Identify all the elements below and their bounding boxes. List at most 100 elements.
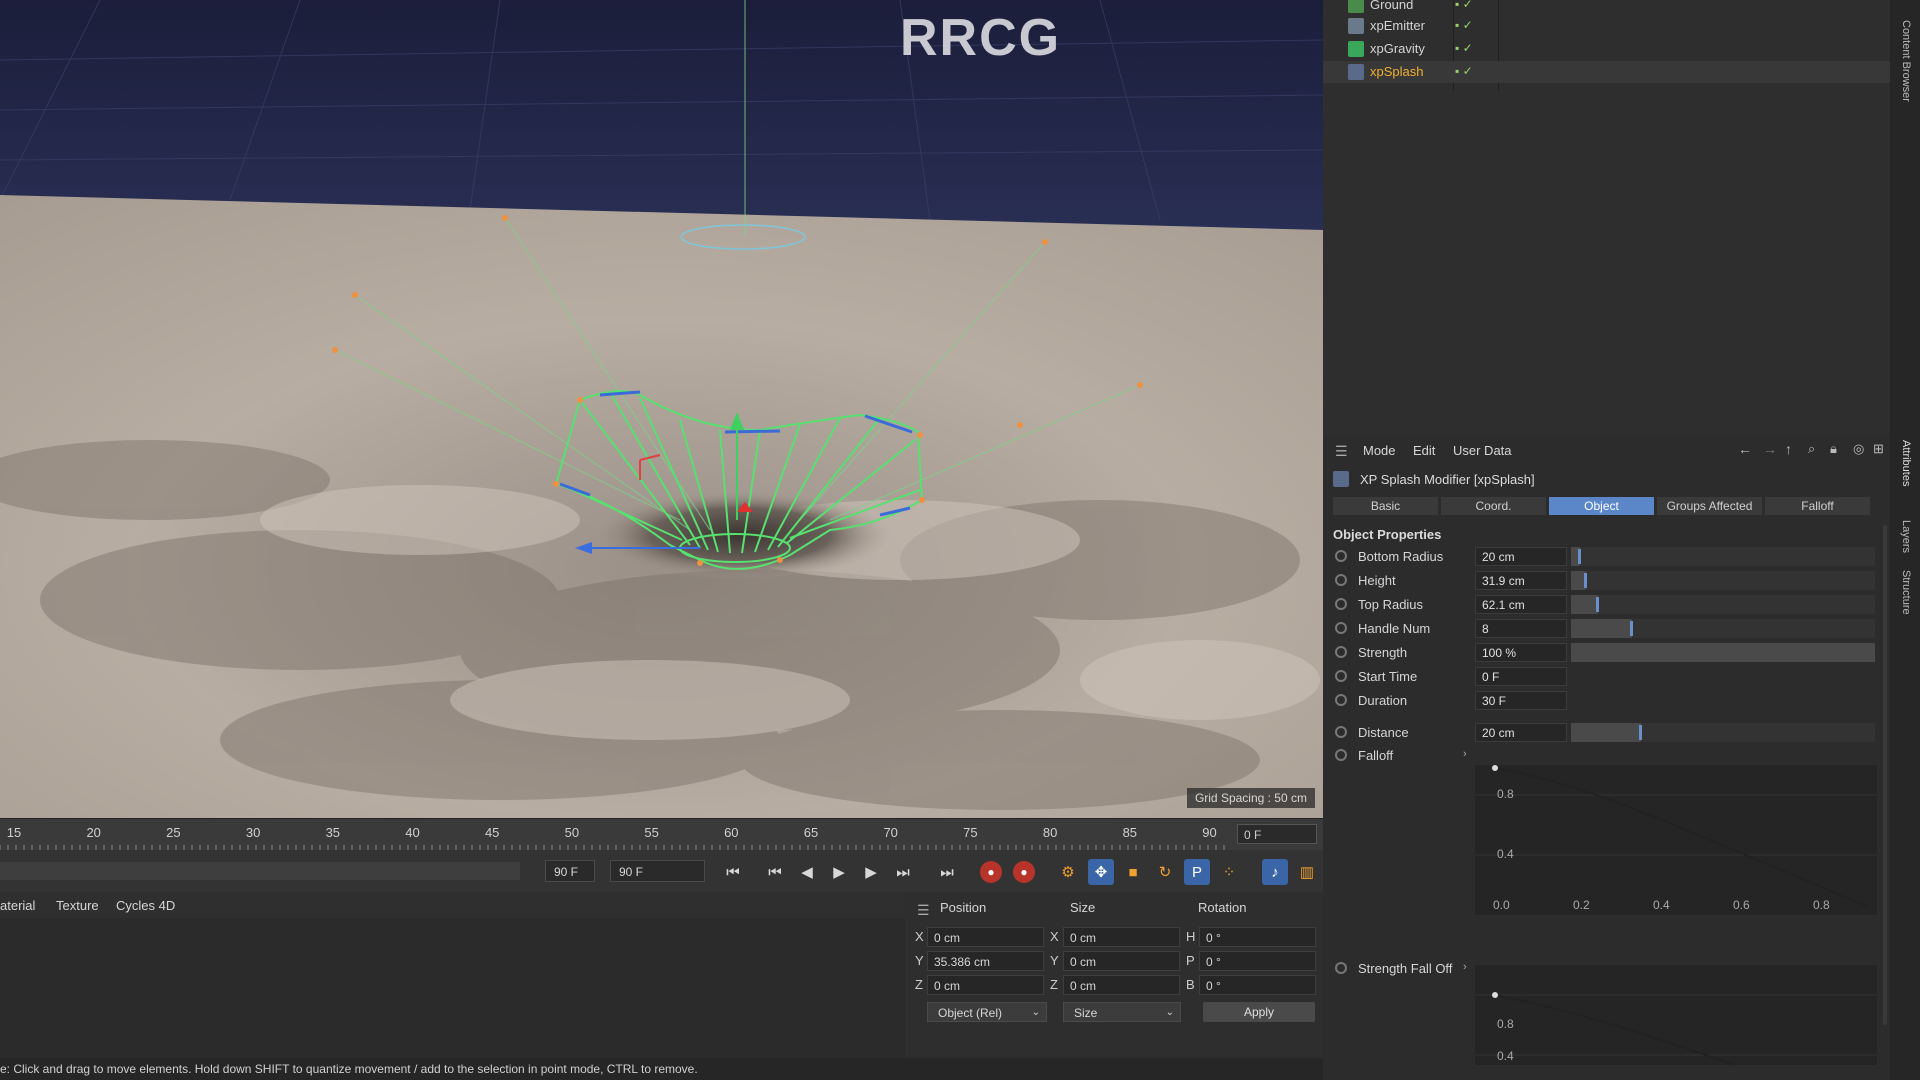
tab-groups-affected[interactable]: Groups Affected — [1657, 497, 1762, 515]
falloff-spline-graph[interactable]: 0.8 0.4 0.0 0.2 0.4 0.6 0.8 — [1475, 765, 1877, 915]
pos-y-field[interactable]: 35.386 cm — [927, 951, 1044, 971]
end-frame-field-b[interactable]: 90 F — [610, 860, 705, 882]
top-radius-slider[interactable] — [1571, 595, 1875, 614]
object-row-ground[interactable]: Ground ▪ ✓ — [1323, 0, 1890, 16]
size-y-field[interactable]: 0 cm — [1063, 951, 1180, 971]
strength-slider[interactable] — [1571, 643, 1875, 662]
top-radius-field[interactable]: 62.1 cm — [1475, 595, 1567, 614]
slider-knob[interactable] — [1629, 621, 1633, 636]
bottom-radius-field[interactable]: 20 cm — [1475, 547, 1567, 566]
animate-radio-icon[interactable] — [1335, 598, 1347, 610]
side-tab-layers[interactable]: Layers — [1900, 520, 1912, 553]
search-icon[interactable]: ⌕ — [1808, 441, 1815, 457]
rot-h-field[interactable]: 0 ° — [1199, 927, 1316, 947]
animate-radio-icon[interactable] — [1335, 726, 1347, 738]
timeline-icon[interactable]: ▥ — [1294, 859, 1320, 885]
go-to-end-icon[interactable]: ⏭ — [934, 859, 960, 885]
play-icon[interactable]: ▶ — [826, 859, 852, 885]
forward-arrow-icon[interactable]: → — [1763, 441, 1777, 457]
move-icon[interactable]: ✥ — [1088, 859, 1114, 885]
duration-field[interactable]: 30 F — [1475, 691, 1567, 710]
go-to-start-icon[interactable]: ⏮ — [720, 859, 746, 885]
size-z-field[interactable]: 0 cm — [1063, 975, 1180, 995]
visibility-icon[interactable]: ▪ ✓ — [1455, 18, 1473, 32]
side-tab-structure[interactable]: Structure — [1900, 570, 1912, 615]
side-tab-content-browser[interactable]: Content Browser — [1900, 20, 1912, 102]
prev-keyframe-icon[interactable]: ⏮ — [762, 859, 788, 885]
tab-object[interactable]: Object — [1549, 497, 1654, 515]
strength-field[interactable]: 100 % — [1475, 643, 1567, 662]
slider-knob[interactable] — [1578, 549, 1582, 564]
pos-z-field[interactable]: 0 cm — [927, 975, 1044, 995]
animate-radio-icon[interactable] — [1335, 962, 1347, 974]
coordinate-mode-dropdown[interactable]: Object (Rel) ⌄ — [927, 1002, 1047, 1022]
menu-user-data[interactable]: User Data — [1453, 443, 1512, 458]
visibility-icon[interactable]: ▪ ✓ — [1455, 64, 1473, 78]
motion-system-icon[interactable]: ♪ — [1262, 859, 1288, 885]
handle-num-field[interactable]: 8 — [1475, 619, 1567, 638]
prev-frame-icon[interactable]: ◀ — [794, 859, 820, 885]
handle-num-slider[interactable] — [1571, 619, 1875, 638]
animate-radio-icon[interactable] — [1335, 574, 1347, 586]
visibility-icon[interactable]: ▪ ✓ — [1455, 41, 1473, 55]
material-manager-area[interactable] — [0, 918, 905, 1058]
menu-icon[interactable]: ☰ — [917, 902, 930, 919]
scale-icon[interactable]: ■ — [1120, 859, 1146, 885]
tab-coord[interactable]: Coord. — [1441, 497, 1546, 515]
chevron-right-icon[interactable]: › — [1463, 961, 1467, 973]
animate-radio-icon[interactable] — [1335, 550, 1347, 562]
animate-radio-icon[interactable] — [1335, 622, 1347, 634]
end-frame-field-a[interactable]: 90 F — [545, 860, 595, 882]
animate-radio-icon[interactable] — [1335, 694, 1347, 706]
current-frame-field[interactable]: 0 F — [1237, 824, 1317, 844]
parameter-icon[interactable]: P — [1184, 859, 1210, 885]
point-level-icon[interactable]: ⁘ — [1216, 859, 1242, 885]
animate-radio-icon[interactable] — [1335, 670, 1347, 682]
tab-basic[interactable]: Basic — [1333, 497, 1438, 515]
tab-cycles4d[interactable]: Cycles 4D — [116, 898, 175, 913]
next-frame-icon[interactable]: ▶ — [858, 859, 884, 885]
menu-edit[interactable]: Edit — [1413, 443, 1435, 458]
tab-falloff[interactable]: Falloff — [1765, 497, 1870, 515]
up-arrow-icon[interactable]: ↑ — [1785, 441, 1792, 457]
chevron-right-icon[interactable]: › — [1463, 748, 1467, 760]
strength-falloff-spline-graph[interactable]: 0.8 0.4 — [1475, 965, 1877, 1066]
size-mode-dropdown[interactable]: Size ⌄ — [1063, 1002, 1181, 1022]
height-slider[interactable] — [1571, 571, 1875, 590]
menu-mode[interactable]: Mode — [1363, 443, 1396, 458]
slider-knob[interactable] — [1584, 573, 1588, 588]
animate-radio-icon[interactable] — [1335, 749, 1347, 761]
timeline-ruler[interactable]: 15 20 25 30 35 40 45 50 55 60 65 70 75 80 85 90 0 F — [0, 818, 1323, 851]
record-icon[interactable]: ● — [980, 861, 1002, 883]
object-row-xpsplash[interactable]: xpSplash ▪ ✓ — [1323, 61, 1890, 83]
distance-slider[interactable] — [1571, 723, 1875, 742]
tab-texture[interactable]: Texture — [56, 898, 99, 913]
start-time-field[interactable]: 0 F — [1475, 667, 1567, 686]
menu-icon[interactable]: ☰ — [1335, 443, 1348, 460]
attributes-scrollbar[interactable] — [1883, 525, 1887, 1025]
lock-icon[interactable]: 🔒︎ — [1830, 441, 1837, 457]
autokey-icon[interactable]: ● — [1013, 861, 1035, 883]
size-x-field[interactable]: 0 cm — [1063, 927, 1180, 947]
back-arrow-icon[interactable]: ← — [1738, 441, 1752, 457]
object-row-xpemitter[interactable]: xpEmitter ▪ ✓ — [1323, 15, 1890, 37]
rot-p-field[interactable]: 0 ° — [1199, 951, 1316, 971]
rot-b-field[interactable]: 0 ° — [1199, 975, 1316, 995]
tab-material[interactable]: aterial — [0, 898, 35, 913]
object-row-xpgravity[interactable]: xpGravity ▪ ✓ — [1323, 38, 1890, 60]
animate-radio-icon[interactable] — [1335, 646, 1347, 658]
slider-knob[interactable] — [1638, 725, 1642, 740]
rotate-icon[interactable]: ↻ — [1152, 859, 1178, 885]
3d-viewport[interactable]: RRCG Grid Spacing : 50 cm — [0, 0, 1323, 818]
bottom-radius-slider[interactable] — [1571, 547, 1875, 566]
visibility-icon[interactable]: ▪ ✓ — [1455, 0, 1473, 11]
new-panel-icon[interactable]: ⊞ — [1873, 441, 1884, 457]
side-tab-attributes[interactable]: Attributes — [1900, 440, 1912, 486]
frame-range-slider[interactable] — [0, 862, 520, 880]
next-keyframe-icon[interactable]: ⏭ — [890, 859, 916, 885]
apply-button[interactable]: Apply — [1203, 1002, 1315, 1022]
keyframe-selection-icon[interactable]: ⚙ — [1055, 859, 1081, 885]
target-icon[interactable]: ◎ — [1853, 441, 1864, 457]
height-field[interactable]: 31.9 cm — [1475, 571, 1567, 590]
pos-x-field[interactable]: 0 cm — [927, 927, 1044, 947]
